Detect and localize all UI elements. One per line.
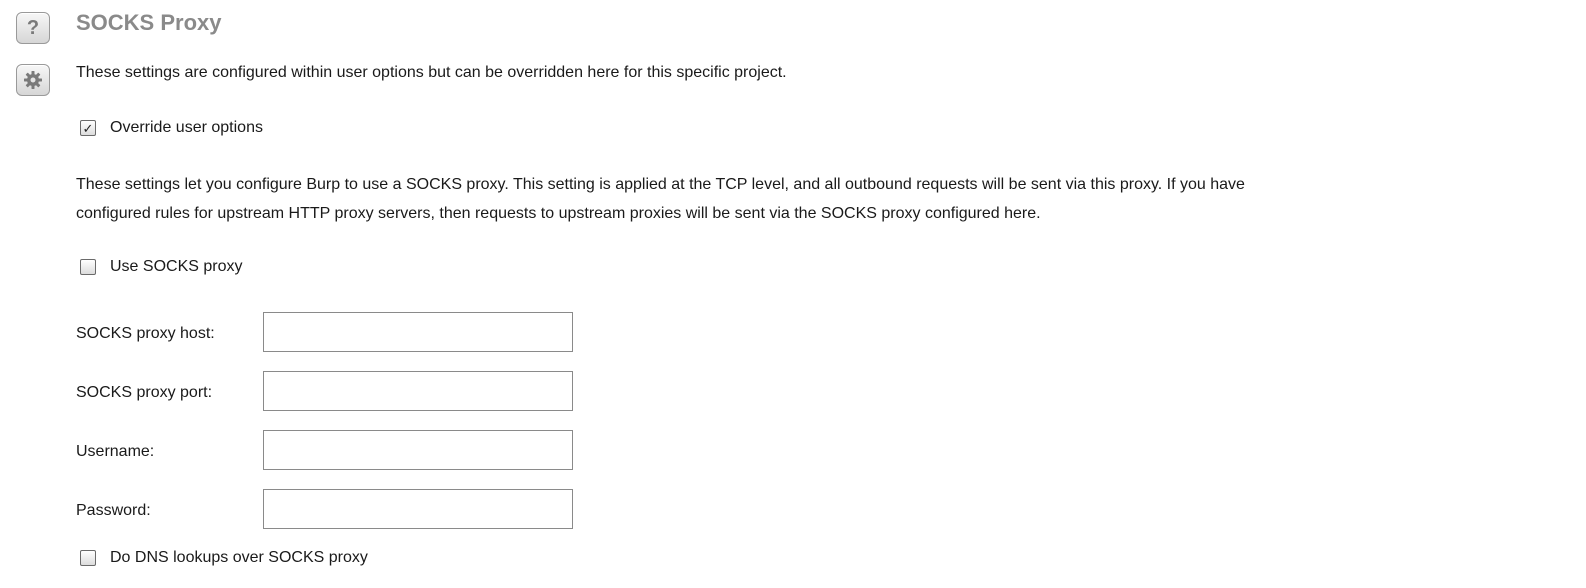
dns-label: Do DNS lookups over SOCKS proxy — [110, 549, 368, 566]
settings-button[interactable] — [16, 64, 50, 96]
password-input[interactable] — [263, 489, 573, 529]
dns-checkbox-box[interactable] — [80, 550, 96, 566]
description-line-1: These settings let you configure Burp to… — [76, 176, 1245, 193]
description-line-2: configured rules for upstream HTTP proxy… — [76, 205, 1041, 222]
help-icon: ? — [26, 17, 40, 39]
intro-text: These settings are configured within use… — [76, 64, 787, 81]
dns-over-socks-checkbox[interactable]: Do DNS lookups over SOCKS proxy — [80, 545, 368, 571]
section-title: SOCKS Proxy — [76, 10, 222, 35]
help-button[interactable]: ? — [16, 12, 50, 44]
override-checkbox-box[interactable]: ✓ — [80, 120, 96, 136]
username-label: Username: — [76, 443, 155, 460]
use-socks-proxy-checkbox[interactable]: Use SOCKS proxy — [80, 254, 242, 280]
password-label: Password: — [76, 502, 151, 519]
override-label: Override user options — [110, 119, 263, 136]
socks-port-input[interactable] — [263, 371, 573, 411]
use-socks-checkbox-box[interactable] — [80, 259, 96, 275]
use-socks-label: Use SOCKS proxy — [110, 258, 243, 275]
socks-host-label: SOCKS proxy host: — [76, 325, 215, 342]
socks-port-label: SOCKS proxy port: — [76, 384, 213, 401]
gear-icon — [24, 71, 42, 89]
override-user-options-checkbox[interactable]: ✓ Override user options — [80, 115, 263, 141]
username-input[interactable] — [263, 430, 573, 470]
socks-host-input[interactable] — [263, 312, 573, 352]
